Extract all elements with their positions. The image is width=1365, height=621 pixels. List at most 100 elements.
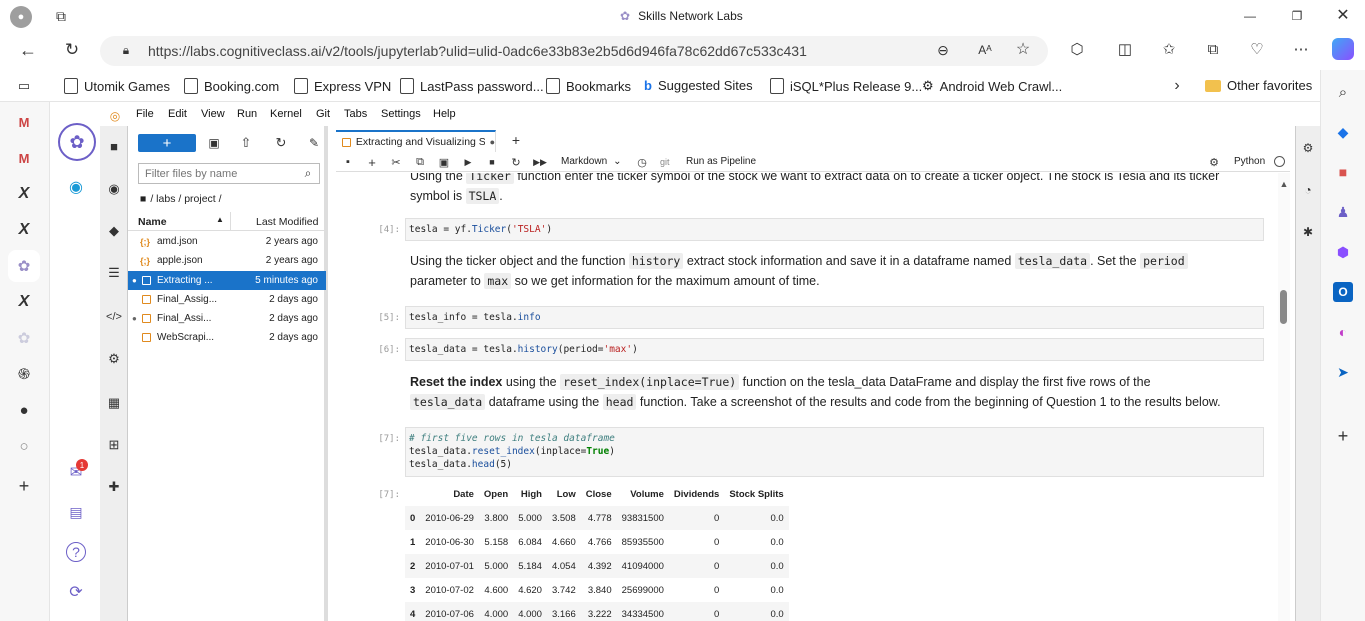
running-icon[interactable]: ◉ [105, 180, 123, 198]
sort-icon[interactable]: ▲ [216, 215, 224, 224]
minimize-button[interactable]: — [1240, 6, 1260, 26]
menu-view[interactable]: View [201, 108, 225, 120]
more-menu-icon[interactable]: ⋯ [1292, 40, 1310, 58]
search-icon[interactable]: ⌕ [1333, 82, 1353, 102]
palette-icon[interactable]: ▦ [105, 394, 123, 412]
menu-settings[interactable]: Settings [381, 108, 421, 120]
code-cell-5[interactable]: tesla_info = tesla.info [405, 306, 1264, 329]
column-modified-header[interactable]: Last Modified [256, 216, 318, 228]
designer-icon[interactable]: ◐ [1333, 322, 1353, 342]
copy-icon[interactable]: ⧉ [414, 156, 426, 168]
fav-item-android[interactable]: ⚙ Android Web Crawl... [922, 78, 1062, 94]
notebook-scroll[interactable]: Using the Ticker function enter the tick… [336, 173, 1278, 621]
refresh-button[interactable]: ↻ [62, 40, 82, 60]
breadcrumb[interactable]: ■ / labs / project / [140, 193, 222, 205]
settings-icon[interactable]: ⚙ [105, 350, 123, 368]
code-cell-7[interactable]: # first five rows in tesla dataframe tes… [405, 427, 1264, 477]
skills-network-icon[interactable]: ✿ [8, 250, 40, 282]
code-cell-4[interactable]: tesla = yf.Ticker('TSLA') [405, 218, 1264, 241]
code-cell-6[interactable]: tesla_data = tesla.history(period='max') [405, 338, 1264, 361]
favorite-star-icon[interactable]: ☆ [1014, 40, 1032, 58]
file-row[interactable]: ● Final_Assi... 2 days ago [128, 309, 326, 328]
lock-icon[interactable]: 🔒︎ [118, 42, 134, 58]
sidebar-toggle-icon[interactable]: ▭ [16, 78, 32, 94]
cell-type-select[interactable]: Markdown ⌄ [561, 156, 622, 167]
menu-file[interactable]: File [136, 108, 154, 120]
insert-cell-icon[interactable]: + [366, 155, 378, 170]
menu-run[interactable]: Run [237, 108, 257, 120]
add-icon[interactable]: + [1333, 426, 1353, 446]
sync-icon[interactable]: ⟳ [66, 582, 86, 602]
scroll-up-icon[interactable]: ▲ [1278, 178, 1290, 190]
gmail-icon[interactable]: M [14, 148, 34, 168]
github-icon[interactable]: ● [14, 400, 34, 420]
send-icon[interactable]: ➤ [1333, 362, 1353, 382]
restore-button[interactable]: ❐ [1287, 6, 1307, 26]
refresh-icon[interactable]: ↻ [273, 135, 289, 151]
components-icon[interactable]: ⊞ [105, 436, 123, 454]
fav-other[interactable]: Other favorites [1205, 78, 1312, 93]
file-row[interactable]: WebScrapi... 2 days ago [128, 328, 326, 347]
persons-icon[interactable]: ♟ [1333, 202, 1353, 222]
scrollbar-thumb[interactable] [1280, 290, 1287, 324]
file-row-selected[interactable]: ● Extracting ... 5 minutes ago [128, 271, 326, 290]
run-as-pipeline-button[interactable]: Run as Pipeline [686, 156, 756, 167]
tab-actions-icon[interactable]: ⧉ [52, 7, 70, 25]
file-row[interactable]: Final_Assig... 2 days ago [128, 290, 326, 309]
save-icon[interactable]: ▪ [342, 156, 354, 168]
property-inspector-icon[interactable]: ⚙ [1300, 140, 1316, 156]
close-window-button[interactable]: ✕ [1333, 5, 1353, 25]
extensions-icon[interactable]: ⬡ [1068, 40, 1086, 58]
menu-edit[interactable]: Edit [168, 108, 187, 120]
file-row[interactable]: {;} apple.json 2 years ago [128, 251, 326, 270]
github-icon[interactable]: ○ [14, 436, 34, 456]
unsaved-dot-icon[interactable]: ● [490, 137, 495, 147]
stop-icon[interactable]: ■ [486, 156, 498, 168]
tag-icon[interactable]: ◆ [1333, 122, 1353, 142]
resource-usage-icon[interactable]: ◔ [1300, 182, 1316, 198]
git-clone-icon[interactable]: ✎ [306, 135, 322, 151]
debugger-icon[interactable]: ⚙ [1208, 156, 1220, 169]
x-app-icon[interactable]: X [14, 292, 34, 312]
gmail-icon[interactable]: M [14, 112, 34, 132]
clock-icon[interactable]: ◷ [636, 156, 648, 169]
chevron-right-icon[interactable]: › [1170, 77, 1184, 94]
skills-network-logo[interactable]: ✿ [58, 123, 96, 161]
code-icon[interactable]: </> [105, 308, 123, 326]
add-icon[interactable]: + [14, 476, 34, 496]
notebook-tab[interactable]: Extracting and Visualizing St ● [336, 130, 496, 152]
x-app-icon[interactable]: X [14, 220, 34, 240]
app-icon[interactable]: ✿ [14, 328, 34, 348]
performance-icon[interactable]: ♡ [1248, 40, 1266, 58]
debugger-bug-icon[interactable]: ✱ [1300, 224, 1316, 240]
fav-item-bookmarks[interactable]: Bookmarks [546, 78, 631, 94]
fav-item-lastpass[interactable]: LastPass password... [400, 78, 544, 94]
menu-tabs[interactable]: Tabs [344, 108, 367, 120]
fav-item-isqlplus[interactable]: iSQL*Plus Release 9... [770, 78, 922, 94]
new-tab-button[interactable]: + [508, 132, 524, 148]
toc-icon[interactable]: ☰ [105, 264, 123, 282]
new-launcher-button[interactable]: + [138, 134, 196, 152]
fav-item-booking[interactable]: Booking.com [184, 78, 279, 94]
copilot-icon[interactable] [1332, 38, 1354, 60]
outlook-icon[interactable]: O [1333, 282, 1353, 302]
openai-icon[interactable]: ֍ [14, 364, 34, 384]
new-folder-icon[interactable]: ▣ [206, 135, 222, 151]
menu-kernel[interactable]: Kernel [270, 108, 302, 120]
notebook-scrollbar[interactable] [1278, 173, 1290, 621]
zoom-icon[interactable]: ⊖ [934, 41, 952, 59]
menu-git[interactable]: Git [316, 108, 330, 120]
fav-item-utomik[interactable]: Utomik Games [64, 78, 170, 94]
help-icon[interactable]: ? [66, 542, 86, 562]
paste-icon[interactable]: ▣ [438, 156, 450, 169]
split-screen-icon[interactable]: ◫ [1116, 40, 1134, 58]
url-text[interactable]: https://labs.cognitiveclass.ai/v2/tools/… [148, 43, 807, 59]
back-button[interactable]: ← [18, 40, 38, 60]
kernel-name[interactable]: Python [1234, 156, 1265, 167]
folder-icon[interactable]: ■ [105, 137, 123, 155]
column-name-header[interactable]: Name [138, 216, 167, 228]
x-app-icon[interactable]: X [14, 184, 34, 204]
extension-icon[interactable]: ✚ [105, 478, 123, 496]
run-all-icon[interactable]: ▶▶ [533, 156, 547, 168]
read-aloud-icon[interactable]: Aᴬ [976, 41, 994, 59]
